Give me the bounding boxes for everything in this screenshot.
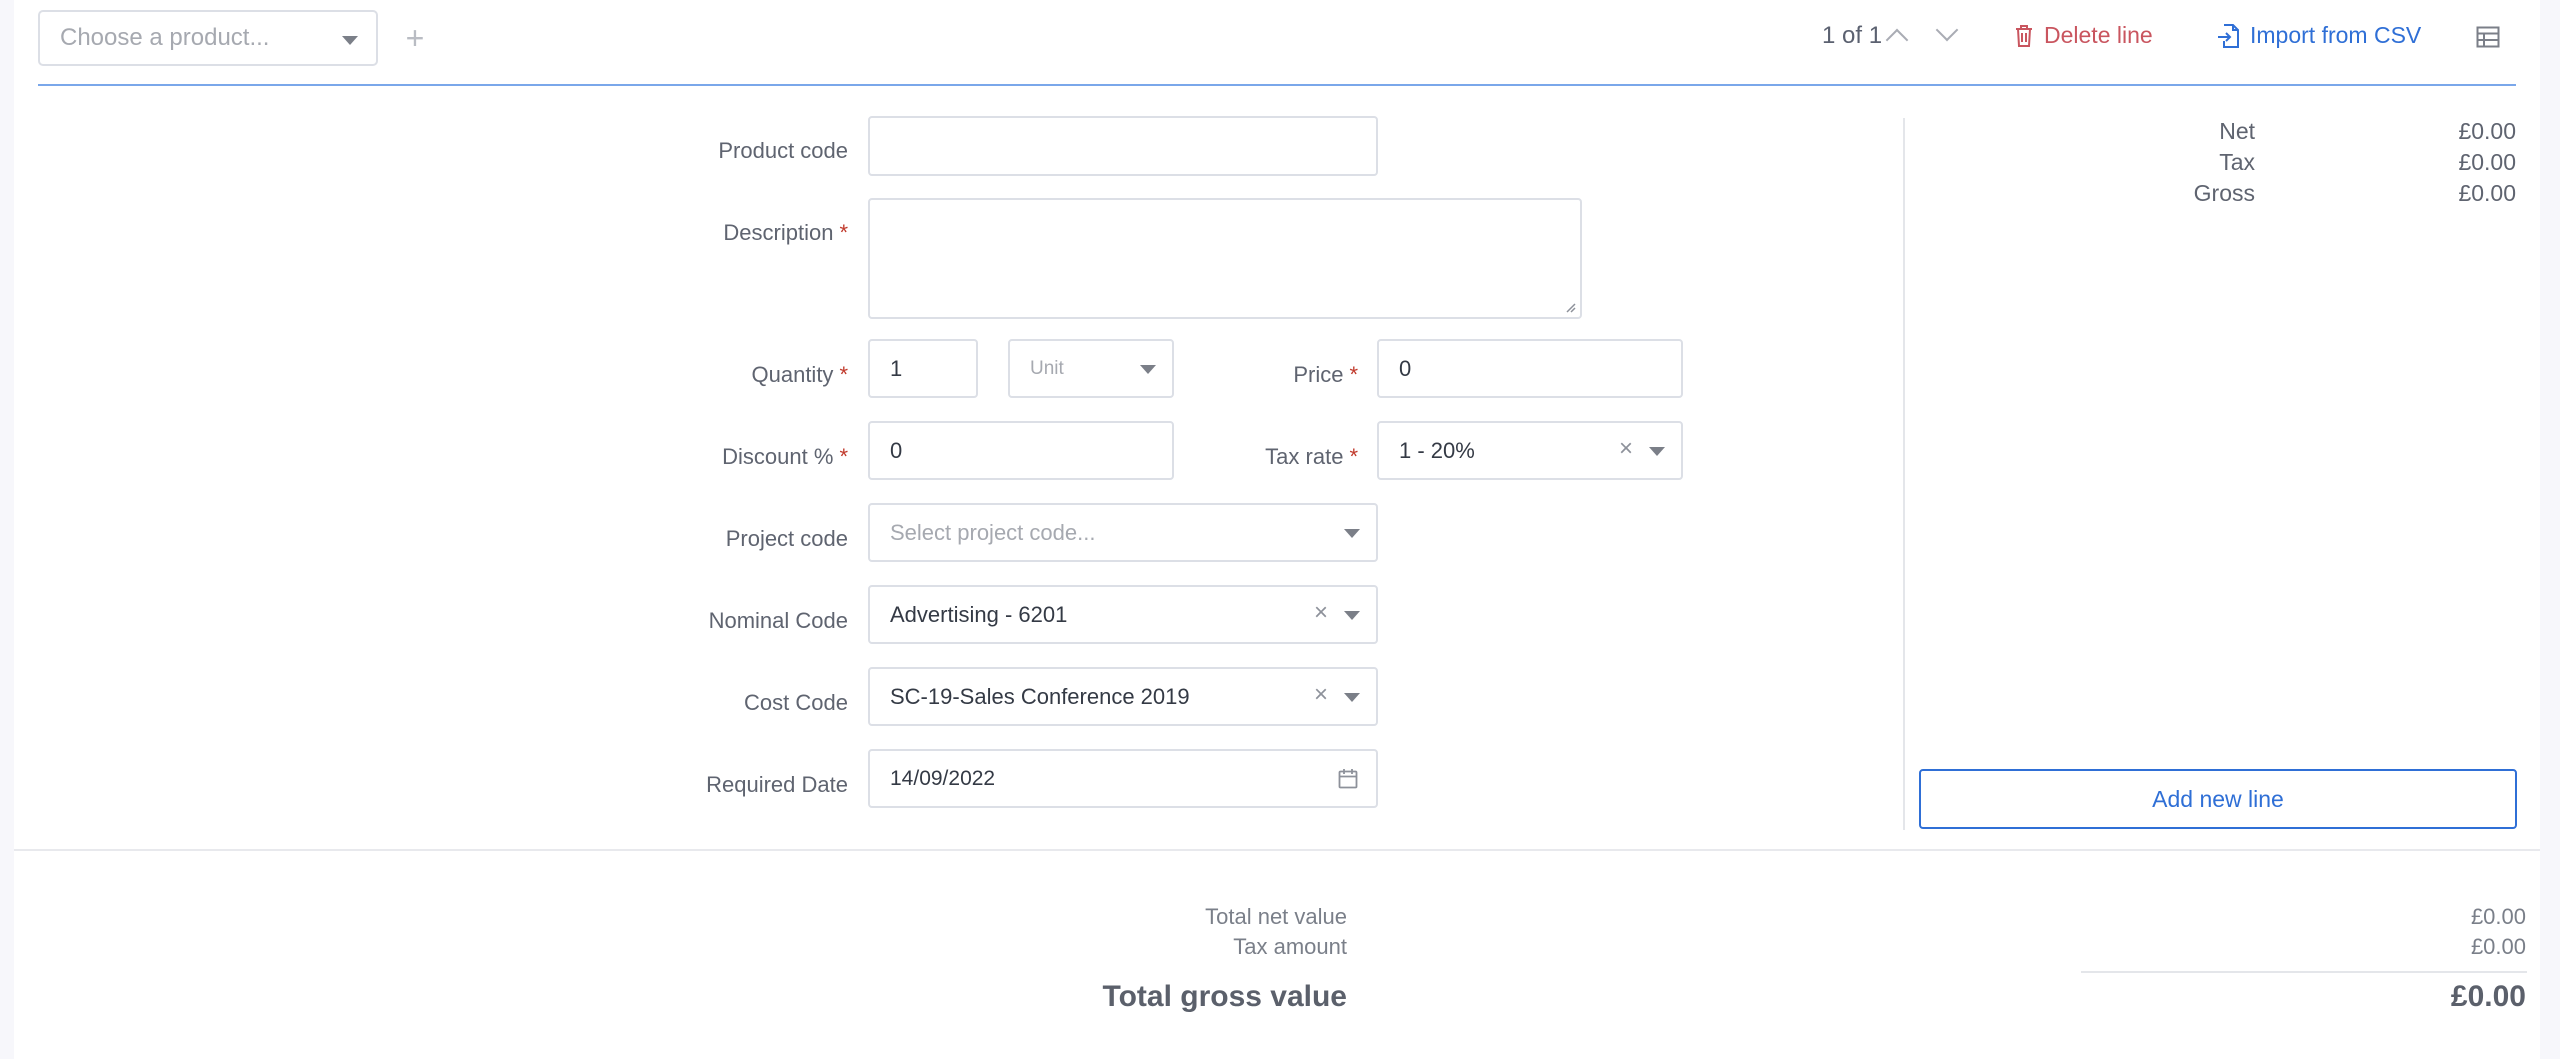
quantity-label: Quantity * [752,362,849,388]
clear-icon[interactable]: × [1314,681,1328,709]
project-code-placeholder: Select project code... [890,519,1096,545]
total-gross-label: Total gross value [1102,980,1347,1013]
description-label-text: Description [723,220,834,245]
required-marker: * [1349,362,1358,387]
tax-label: Tax [2219,149,2255,175]
toolbar-divider [38,84,2516,86]
description-label: Description * [723,220,848,246]
totals-rule [2081,971,2527,973]
project-code-label-text: Project code [725,526,848,551]
tax-amount-label: Tax amount [1233,934,1347,959]
tax-amount-value: £0.00 [2470,934,2526,959]
chevron-down-icon [1344,693,1360,702]
chevron-down-icon [1140,365,1156,374]
discount-label-text: Discount % [722,444,834,469]
quantity-input[interactable]: 1 [868,339,978,398]
discount-label: Discount % * [722,444,848,470]
total-net-label: Total net value [1205,904,1347,929]
price-label-text: Price [1293,362,1344,387]
summary-divider [1903,118,1905,830]
required-date-label-text: Required Date [706,772,848,797]
quantity-label-text: Quantity [751,362,834,387]
import-csv-button[interactable]: Import from CSV [2216,22,2421,49]
line-pager: 1 of 1 [1822,22,1883,49]
plus-icon: + [405,20,425,56]
project-code-select[interactable]: Select project code... [868,503,1378,562]
nominal-code-label-text: Nominal Code [708,608,848,633]
calendar-icon[interactable] [1338,768,1358,790]
delete-line-button[interactable]: Delete line [2014,22,2153,49]
add-product-button[interactable]: + [400,18,430,58]
gross-label: Gross [2193,180,2255,206]
unit-placeholder: Unit [1030,357,1064,379]
nominal-code-select[interactable]: Advertising - 6201 × [868,585,1378,644]
quantity-value: 1 [890,355,903,381]
product-code-input[interactable] [868,116,1378,176]
add-new-line-button[interactable]: Add new line [1919,769,2517,829]
tax-rate-label: Tax rate * [1265,444,1358,470]
required-marker: * [839,362,848,387]
net-value: £0.00 [2458,118,2516,144]
totals-divider [14,849,2540,851]
price-label: Price * [1293,362,1358,388]
required-marker: * [839,220,848,245]
required-date-input[interactable]: 14/09/2022 [868,749,1378,808]
required-marker: * [839,444,848,469]
total-net-value: £0.00 [2470,904,2526,929]
resize-handle-icon[interactable] [1564,301,1576,313]
table-view-icon[interactable] [2476,26,2500,48]
product-select[interactable]: Choose a product... [38,10,378,66]
cost-code-select[interactable]: SC-19-Sales Conference 2019 × [868,667,1378,726]
discount-input[interactable]: 0 [868,421,1174,480]
product-code-label-text: Product code [718,138,848,163]
file-import-icon [2218,23,2239,48]
cost-code-label-text: Cost Code [744,690,848,715]
add-new-line-label: Add new line [2152,785,2284,812]
chevron-down-icon [1344,529,1360,538]
nominal-code-value: Advertising - 6201 [890,601,1068,627]
project-code-label: Project code [726,526,848,552]
chevron-down-icon [1344,611,1360,620]
required-date-value: 14/09/2022 [890,766,996,790]
gross-value: £0.00 [2458,180,2516,206]
cost-code-label: Cost Code [744,690,848,716]
chevron-down-icon [342,36,358,45]
price-value: 0 [1399,355,1412,381]
tax-value: £0.00 [2458,149,2516,175]
net-label: Net [2219,118,2255,144]
required-marker: * [1349,444,1358,469]
delete-line-label: Delete line [2044,22,2153,48]
nominal-code-label: Nominal Code [709,608,848,634]
total-gross-value: £0.00 [2450,980,2526,1013]
trash-icon [2016,24,2032,47]
tax-rate-select[interactable]: 1 - 20% × [1377,421,1683,480]
tax-rate-value: 1 - 20% [1399,437,1475,463]
product-select-placeholder: Choose a product... [60,24,270,51]
clear-icon[interactable]: × [1619,435,1633,463]
import-csv-label: Import from CSV [2250,22,2422,48]
cost-code-value: SC-19-Sales Conference 2019 [890,683,1190,709]
discount-value: 0 [890,437,903,463]
unit-select[interactable]: Unit [1008,339,1174,398]
product-code-label: Product code [718,138,848,164]
tax-rate-label-text: Tax rate [1265,444,1344,469]
required-date-label: Required Date [706,772,848,798]
price-input[interactable]: 0 [1377,339,1683,398]
clear-icon[interactable]: × [1314,599,1328,627]
description-textarea[interactable] [868,198,1582,319]
chevron-down-icon [1649,447,1665,456]
